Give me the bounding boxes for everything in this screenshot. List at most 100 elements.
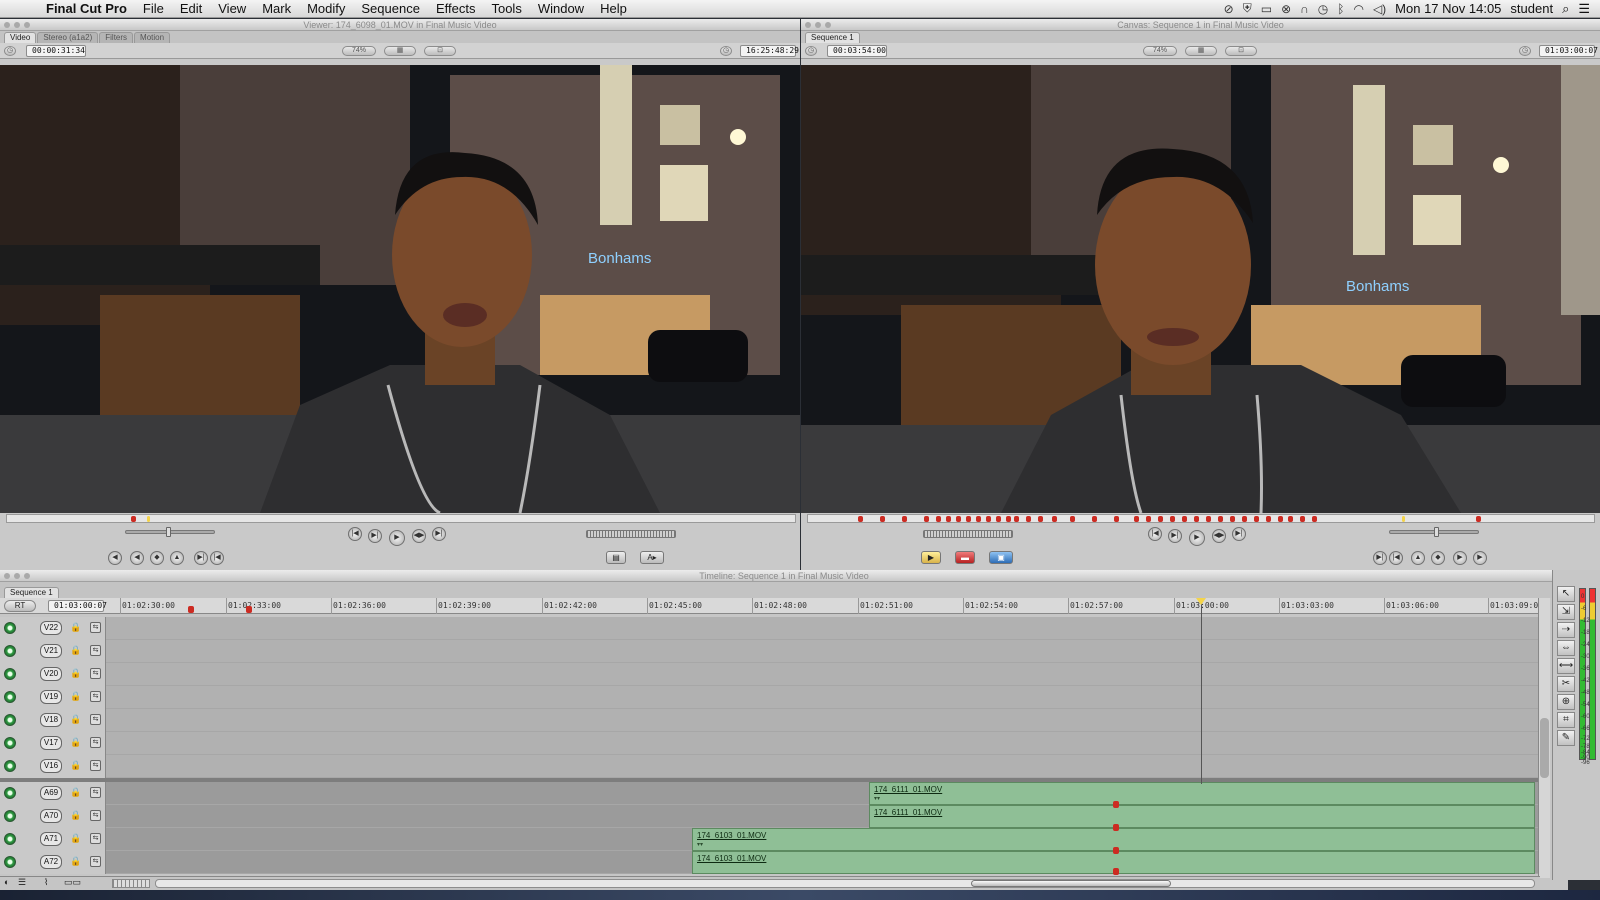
link-icon[interactable]: ⇆	[90, 787, 101, 798]
canvas-marker[interactable]	[1052, 516, 1057, 522]
menu-app[interactable]: Final Cut Pro	[38, 0, 135, 18]
pen-tool-icon[interactable]: ✎	[1557, 730, 1575, 746]
window-controls[interactable]	[4, 573, 30, 579]
status-icon-bluetooth[interactable]: ᛒ	[1337, 2, 1344, 16]
ruler-marker[interactable]	[246, 606, 252, 613]
canvas-zoom-popup[interactable]: 74%	[1143, 46, 1177, 56]
link-icon[interactable]: ⇆	[90, 760, 101, 771]
clip-keyframes-icon[interactable]: ⌇	[44, 877, 48, 888]
slip-tool-icon[interactable]: ⟷	[1557, 658, 1575, 674]
tab-timeline-sequence-1[interactable]: Sequence 1	[4, 587, 59, 598]
canvas-marker[interactable]	[1288, 516, 1293, 522]
track-v17[interactable]: V17 🔒 ⇆	[0, 732, 1538, 755]
viewer-prev-edit-button[interactable]: |◀	[348, 527, 362, 541]
canvas-marker[interactable]	[956, 516, 961, 522]
lock-icon[interactable]: 🔒	[70, 668, 81, 679]
lock-icon[interactable]: 🔒	[70, 645, 81, 656]
zoom-tool-icon[interactable]: ⊕	[1557, 694, 1575, 710]
lock-icon[interactable]: 🔒	[70, 714, 81, 725]
canvas-marker[interactable]	[880, 516, 885, 522]
tab-video[interactable]: Video	[4, 32, 37, 43]
canvas-prev-edit-button[interactable]: |◀	[1148, 527, 1162, 541]
track-v16[interactable]: V16 🔒 ⇆	[0, 755, 1538, 778]
lock-icon[interactable]: 🔒	[70, 622, 81, 633]
track-name[interactable]: V21	[40, 644, 62, 658]
menu-modify[interactable]: Modify	[299, 0, 353, 18]
canvas-marker[interactable]	[1092, 516, 1097, 522]
canvas-jog-wheel[interactable]	[923, 530, 1013, 538]
viewer-match-frame-button[interactable]: ◀	[108, 551, 122, 565]
track-v21[interactable]: V21 🔒 ⇆	[0, 640, 1538, 663]
menu-user[interactable]: student	[1510, 1, 1553, 16]
track-v20[interactable]: V20 🔒 ⇆	[0, 663, 1538, 686]
canvas-marker[interactable]	[996, 516, 1001, 522]
track-name[interactable]: V20	[40, 667, 62, 681]
lock-icon[interactable]: 🔒	[70, 856, 81, 867]
canvas-marker[interactable]	[966, 516, 971, 522]
tab-stereo[interactable]: Stereo (a1a2)	[37, 32, 99, 43]
status-icon-timemachine[interactable]: ◷	[1318, 2, 1328, 16]
canvas-marker[interactable]	[1206, 516, 1211, 522]
track-visibility-icon[interactable]	[4, 645, 16, 657]
status-icon-x[interactable]: ⊗	[1281, 2, 1291, 16]
menu-edit[interactable]: Edit	[172, 0, 210, 18]
link-icon[interactable]: ⇆	[90, 691, 101, 702]
canvas-marker[interactable]	[1158, 516, 1163, 522]
link-icon[interactable]: ⇆	[90, 714, 101, 725]
viewer-add-marker-button[interactable]: ▲	[170, 551, 184, 565]
lock-icon[interactable]: 🔒	[70, 833, 81, 844]
viewer-overlay-popup[interactable]: ⊡	[424, 46, 456, 56]
canvas-insert-button[interactable]: ▶	[921, 551, 941, 564]
viewer-play-around-button[interactable]: ◀▶	[412, 529, 426, 543]
canvas-marker[interactable]	[902, 516, 907, 522]
lock-icon[interactable]: 🔒	[70, 691, 81, 702]
window-controls[interactable]	[805, 22, 831, 28]
canvas-video-frame[interactable]: Bonhams	[801, 65, 1600, 513]
track-audible-icon[interactable]	[4, 810, 16, 822]
canvas-marker[interactable]	[1170, 516, 1175, 522]
viewer-next-edit-button[interactable]: ▶|	[432, 527, 446, 541]
menu-file[interactable]: File	[135, 0, 172, 18]
roll-tool-icon[interactable]: ⇔	[1557, 640, 1575, 656]
scrollbar-thumb[interactable]	[971, 880, 1171, 887]
canvas-scrubber-bar[interactable]	[807, 514, 1595, 523]
timeline-current-timecode[interactable]: 01:03:00:07	[48, 600, 107, 612]
viewer-shuttle-slider[interactable]	[125, 527, 215, 537]
canvas-marker[interactable]	[1038, 516, 1043, 522]
timeline-playhead-handle[interactable]	[1196, 598, 1206, 605]
track-audible-icon[interactable]	[4, 787, 16, 799]
viewer-generator-button[interactable]: A▸	[640, 551, 664, 564]
viewer-mark-clip-button[interactable]: ◀	[130, 551, 144, 565]
track-name[interactable]: V22	[40, 621, 62, 635]
tab-sequence-1[interactable]: Sequence 1	[805, 32, 860, 43]
menu-mark[interactable]: Mark	[254, 0, 299, 18]
track-layout-icon[interactable]: ▭▭	[64, 877, 81, 888]
canvas-marker[interactable]	[1242, 516, 1247, 522]
tab-filters[interactable]: Filters	[99, 32, 134, 43]
canvas-view-popup[interactable]: ▦	[1185, 46, 1217, 56]
canvas-marker[interactable]	[1476, 516, 1481, 522]
viewer-current-timecode[interactable]: 16:25:48:29	[740, 45, 799, 57]
canvas-marker[interactable]	[1194, 516, 1199, 522]
canvas-next-edit-button[interactable]: ▶|	[1232, 527, 1246, 541]
canvas-marker[interactable]	[1014, 516, 1019, 522]
viewer-marker[interactable]	[131, 516, 136, 522]
menu-window[interactable]: Window	[530, 0, 592, 18]
viewer-mark-in-button[interactable]: ▶|	[194, 551, 208, 565]
lock-icon[interactable]: 🔒	[70, 760, 81, 771]
audio-clip[interactable]: 174_6111_01.MOV	[869, 805, 1535, 828]
link-icon[interactable]: ⇆	[90, 856, 101, 867]
menu-sequence[interactable]: Sequence	[353, 0, 428, 18]
timeline-horizontal-scrollbar[interactable]	[155, 879, 1535, 888]
notification-list-icon[interactable]: ☰	[1578, 1, 1590, 17]
track-name[interactable]: A70	[40, 809, 62, 823]
track-a69[interactable]: A69 🔒 ⇆ 174_6111_01.MOV ▾▾	[0, 782, 1538, 805]
canvas-play-in-out-button[interactable]: ▶|	[1168, 529, 1182, 543]
track-v19[interactable]: V19 🔒 ⇆	[0, 686, 1538, 709]
viewer-play-button[interactable]: ▶	[389, 530, 405, 546]
ruler-marker[interactable]	[188, 606, 194, 613]
canvas-marker[interactable]	[1182, 516, 1187, 522]
clip-marker[interactable]	[1113, 824, 1119, 831]
timeline-ruler[interactable]: RT 01:03:00:07 01:02:30:00 01:02:33:00 0…	[0, 598, 1543, 614]
timeline-titlebar[interactable]: Timeline: Sequence 1 in Final Music Vide…	[0, 570, 1568, 582]
